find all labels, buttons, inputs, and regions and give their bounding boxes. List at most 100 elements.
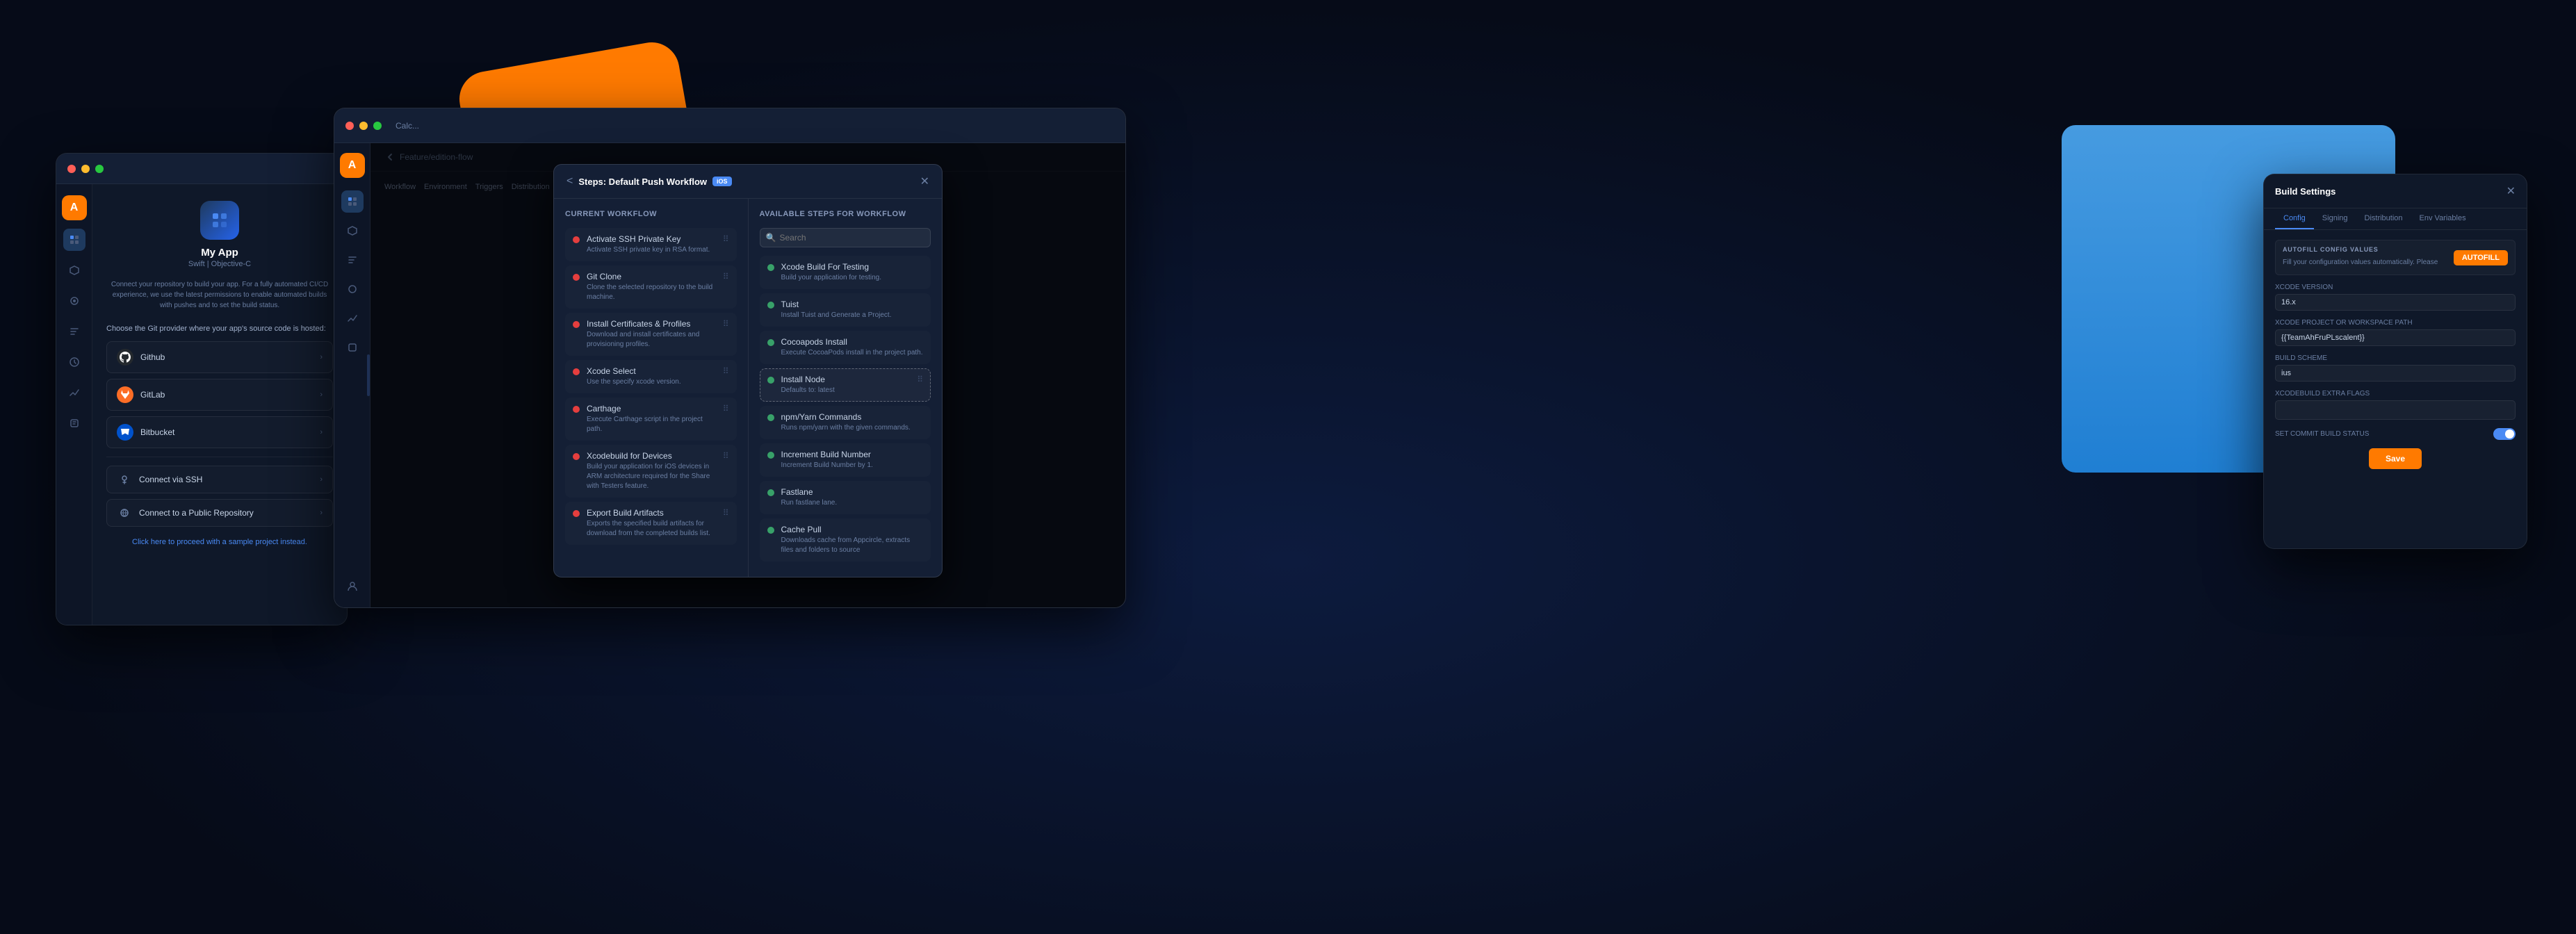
drag-handle[interactable]: ⠿ [917,375,923,384]
commit-status-toggle[interactable] [2493,428,2516,440]
sidebar-m-icon-7[interactable] [341,575,364,598]
github-option[interactable]: Github › [106,341,333,373]
step-xcode-select: Xcode Select Use the specify xcode versi… [565,360,737,393]
maximize-traffic-light[interactable] [95,165,104,173]
available-step-increment: Increment Build Number Increment Build N… [760,443,931,477]
modal-columns: Current Workflow Activate SSH Private Ke… [554,199,942,577]
sidebar-icon-4[interactable] [63,320,85,343]
available-step-desc: Install Tuist and Generate a Project. [781,311,924,320]
bitbucket-chevron: › [320,428,323,436]
available-step-name: Xcode Build For Testing [781,262,924,272]
sidebar-m-icon-2[interactable] [341,220,364,242]
drag-handle[interactable]: ⠿ [723,319,729,329]
tab-config[interactable]: Config [2275,208,2314,229]
xcode-project-label: XCODE PROJECT OR WORKSPACE PATH [2275,319,2516,327]
close-traffic-light[interactable] [67,165,76,173]
ssh-connect-option[interactable]: Connect via SSH › [106,466,333,493]
xcode-version-label: XCODE VERSION [2275,284,2516,291]
maximize-traffic-light-mid[interactable] [373,122,382,130]
workflow-steps-modal: < Steps: Default Push Workflow iOS ✕ Cur… [553,164,943,577]
middle-window-subtitle: Calc... [396,121,419,131]
autofill-label: AUTOFILL CONFIG VALUES [2283,246,2438,253]
drag-handle[interactable]: ⠿ [723,508,729,518]
modal-title-row: < Steps: Default Push Workflow iOS [566,175,732,188]
sidebar-icon-5[interactable] [63,351,85,373]
github-name: Github [140,352,165,362]
autofill-button[interactable]: AUTOFILL [2454,250,2508,265]
extra-flags-label: XCODEBUILD EXTRA FLAGS [2275,390,2516,398]
install-node-drop-target: Install Node Defaults to: latest ⠿ Git C… [760,368,931,402]
drag-handle[interactable]: ⠿ [723,366,729,376]
available-step-desc: Execute CocoaPods install in the project… [781,348,924,358]
step-git-clone: Git Clone Clone the selected repository … [565,265,737,309]
sidebar-icon-6[interactable] [63,382,85,404]
available-step-name: Cocoapods Install [781,337,924,347]
step-name: Install Certificates & Profiles [587,319,716,329]
build-settings-form: AUTOFILL CONFIG VALUES Fill your configu… [2264,230,2527,479]
sample-project-link[interactable]: Click here to proceed with a sample proj… [106,538,333,546]
available-step-name: Install Node [781,375,911,384]
available-step-info: npm/Yarn Commands Runs npm/yarn with the… [781,412,924,433]
modal-close-button[interactable]: ✕ [920,174,929,188]
app-description: Connect your repository to build your ap… [106,279,333,311]
bitbucket-logo [117,424,133,441]
available-step-desc: Runs npm/yarn with the given commands. [781,423,924,433]
sidebar-m-icon-5[interactable] [341,307,364,329]
tab-signing[interactable]: Signing [2314,208,2356,229]
sidebar-m-icon-1[interactable] [341,190,364,213]
step-info: Carthage Execute Carthage script in the … [587,404,716,434]
xcode-project-input[interactable]: {{TeamAhFruPLscalent}} [2275,329,2516,346]
available-step-dot [767,452,774,459]
build-scheme-input[interactable]: ius [2275,365,2516,382]
step-status-dot [573,321,580,328]
ssh-connect-name: Connect via SSH [139,475,202,484]
drag-handle[interactable]: ⠿ [723,451,729,461]
sidebar-icon-7[interactable] [63,412,85,434]
build-settings-title: Build Settings [2275,186,2335,197]
github-chevron: › [320,353,323,361]
build-settings-close-button[interactable]: ✕ [2506,184,2516,198]
sidebar-m-icon-6[interactable] [341,336,364,359]
sidebar-m-icon-4[interactable] [341,278,364,300]
minimize-traffic-light-mid[interactable] [359,122,368,130]
sidebar-m-icon-3[interactable] [341,249,364,271]
sidebar-left: A [56,184,92,625]
search-input[interactable] [760,228,931,247]
step-desc: Use the specify xcode version. [587,377,716,387]
tab-env-variables[interactable]: Env Variables [2411,208,2475,229]
drag-handle[interactable]: ⠿ [723,234,729,244]
modal-back-button[interactable]: < [566,175,573,188]
available-step-dot [767,377,774,384]
drag-handle[interactable]: ⠿ [723,404,729,413]
public-repo-option[interactable]: Connect to a Public Repository › [106,499,333,527]
sidebar-icon-2[interactable] [63,259,85,281]
ssh-chevron: › [320,475,323,484]
drag-handle[interactable]: ⠿ [723,272,729,281]
save-button[interactable]: Save [2369,448,2422,469]
sidebar-icon-3[interactable] [63,290,85,312]
sidebar-icon-1[interactable] [63,229,85,251]
xcode-version-input[interactable]: 16.x [2275,294,2516,311]
title-bar-middle: Calc... [334,108,1125,143]
bitbucket-option[interactable]: Bitbucket › [106,416,333,448]
public-repo-icon [117,505,132,521]
middle-main-area: Feature/edition-flow Workflow Environmen… [370,143,1125,607]
step-name: Activate SSH Private Key [587,234,716,244]
available-step-xcode-build: Xcode Build For Testing Build your appli… [760,256,931,289]
search-icon: 🔍 [766,233,776,243]
gitlab-option[interactable]: GitLab › [106,379,333,411]
tab-distribution[interactable]: Distribution [2356,208,2411,229]
build-settings-header: Build Settings ✕ [2264,174,2527,208]
app-name: My App [106,247,333,259]
step-desc: Exports the specified build artifacts fo… [587,519,716,539]
available-step-tuist: Tuist Install Tuist and Generate a Proje… [760,293,931,327]
extra-flags-input[interactable] [2275,400,2516,420]
sidebar-drag-handle[interactable] [367,354,370,396]
current-workflow-header: Current Workflow [565,210,737,218]
step-carthage: Carthage Execute Carthage script in the … [565,398,737,441]
available-step-npm: npm/Yarn Commands Runs npm/yarn with the… [760,406,931,439]
close-traffic-light-mid[interactable] [345,122,354,130]
minimize-traffic-light[interactable] [81,165,90,173]
available-step-dot [767,339,774,346]
middle-window: Calc... A Fea [334,108,1126,608]
